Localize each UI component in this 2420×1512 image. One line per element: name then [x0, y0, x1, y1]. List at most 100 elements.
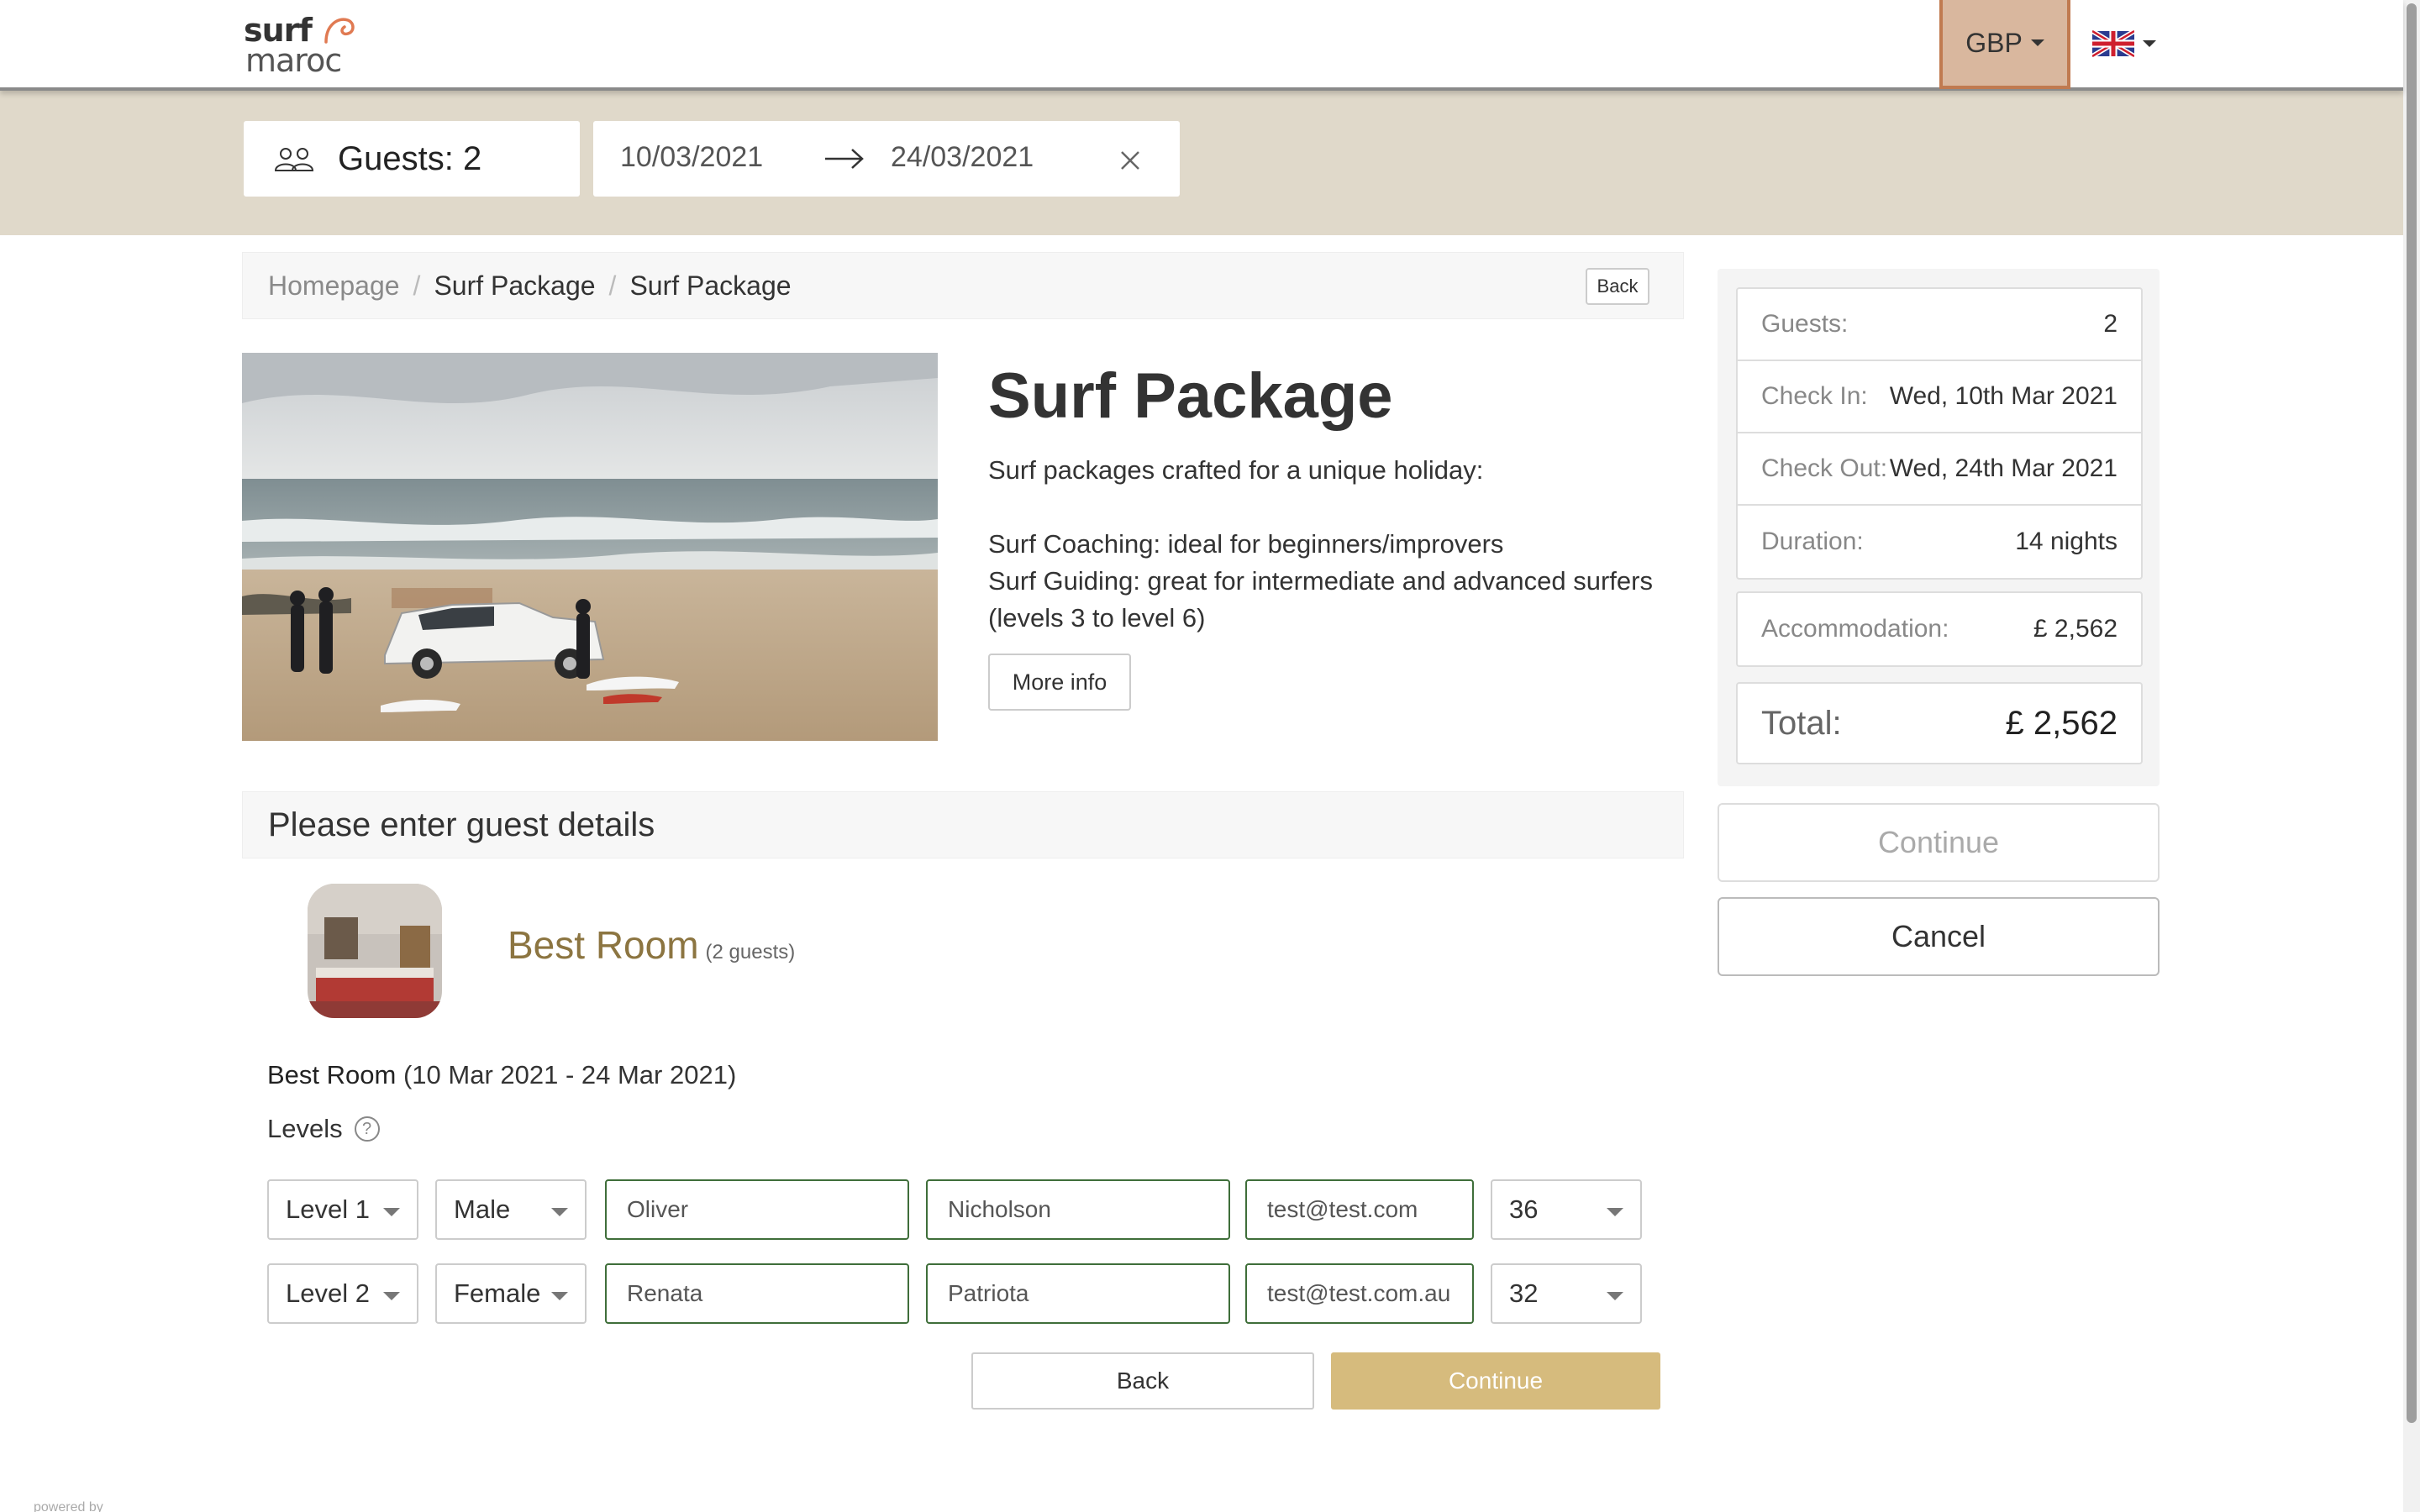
currency-label: GBP: [1965, 27, 2023, 58]
summary-row-check-out: Check Out: Wed, 24th Mar 2021: [1738, 433, 2141, 506]
help-icon[interactable]: ?: [354, 1116, 380, 1142]
summary-label: Check In:: [1761, 382, 1868, 410]
breadcrumb-item[interactable]: Surf Package: [434, 270, 595, 302]
accommodation-label: Accommodation:: [1761, 615, 1949, 643]
level-value: Level 2: [286, 1278, 370, 1308]
total-value: £ 2,562: [2005, 704, 2118, 742]
breadcrumb-separator: /: [608, 270, 617, 301]
breadcrumb-separator: /: [413, 270, 421, 301]
scrollbar-thumb[interactable]: [2407, 3, 2417, 1423]
room-title: Best Room (2 guests): [508, 922, 795, 968]
chevron-down-icon: [1607, 1208, 1623, 1216]
beach-photo: [242, 353, 938, 741]
guests-count: Guests: 2: [338, 139, 482, 177]
check-in-date[interactable]: 10/03/2021: [620, 141, 763, 174]
last-name-input[interactable]: Patriota: [926, 1263, 1230, 1324]
guest-details-heading: Please enter guest details: [242, 791, 1684, 858]
level-select[interactable]: Level 1: [267, 1179, 418, 1240]
booking-summary: Guests: 2 Check In: Wed, 10th Mar 2021 C…: [1718, 269, 2160, 786]
sidebar-continue-button[interactable]: Continue: [1718, 803, 2160, 882]
arrow-right-icon: [825, 149, 864, 169]
date-range-picker[interactable]: 10/03/2021 24/03/2021: [593, 121, 1180, 197]
chevron-down-icon: [2030, 39, 2044, 46]
package-intro: Surf packages crafted for a unique holid…: [988, 455, 1484, 485]
logo-text-bottom: maroc: [245, 42, 342, 79]
summary-value: 14 nights: [2015, 528, 2118, 555]
uk-flag-icon: [2092, 30, 2134, 57]
summary-row-accommodation: Accommodation: £ 2,562: [1738, 593, 2141, 665]
chevron-down-icon: [1607, 1292, 1623, 1300]
currency-dropdown[interactable]: GBP: [1939, 0, 2070, 89]
gender-select[interactable]: Male: [435, 1179, 587, 1240]
page-scrollbar[interactable]: [2403, 0, 2420, 1512]
summary-value: 2: [2103, 310, 2118, 338]
breadcrumb-current: Surf Package: [629, 270, 792, 301]
guest-row: Level 2 Female Renata Patriota test@test…: [267, 1263, 1642, 1324]
room-photo: [308, 884, 442, 1018]
guest-row: Level 1 Male Oliver Nicholson test@test.…: [267, 1179, 1642, 1240]
gender-select[interactable]: Female: [435, 1263, 587, 1324]
first-name-input[interactable]: Oliver: [605, 1179, 909, 1240]
more-info-button[interactable]: More info: [988, 654, 1131, 711]
summary-details: Guests: 2 Check In: Wed, 10th Mar 2021 C…: [1736, 287, 2143, 580]
room-dates: Best Room (10 Mar 2021 - 24 Mar 2021): [267, 1060, 736, 1090]
room-name[interactable]: Best Room: [508, 922, 699, 968]
chevron-down-icon: [383, 1208, 400, 1216]
age-value: 32: [1509, 1278, 1539, 1308]
gender-value: Male: [454, 1194, 511, 1224]
chevron-down-icon: [2143, 40, 2156, 47]
last-name-input[interactable]: Nicholson: [926, 1179, 1230, 1240]
back-button[interactable]: Back: [971, 1352, 1314, 1410]
email-input[interactable]: test@test.com.au: [1245, 1263, 1474, 1324]
package-description: Surf packages crafted for a unique holid…: [988, 452, 1686, 637]
guests-icon: [274, 148, 314, 171]
summary-total: Total: £ 2,562: [1736, 682, 2143, 764]
first-name-input[interactable]: Renata: [605, 1263, 909, 1324]
levels-text: Levels: [267, 1114, 343, 1143]
breadcrumb-back-button[interactable]: Back: [1586, 268, 1649, 305]
chevron-down-icon: [551, 1208, 568, 1216]
level-select[interactable]: Level 2: [267, 1263, 418, 1324]
check-out-date[interactable]: 24/03/2021: [891, 141, 1034, 174]
age-select[interactable]: 36: [1491, 1179, 1642, 1240]
summary-row-guests: Guests: 2: [1738, 289, 2141, 361]
summary-row-check-in: Check In: Wed, 10th Mar 2021: [1738, 361, 2141, 433]
summary-value: Wed, 10th Mar 2021: [1889, 382, 2118, 410]
summary-label: Duration:: [1761, 528, 1864, 555]
summary-row-duration: Duration: 14 nights: [1738, 506, 2141, 578]
package-image: [242, 353, 938, 741]
email-input[interactable]: test@test.com: [1245, 1179, 1474, 1240]
continue-button[interactable]: Continue: [1331, 1352, 1660, 1410]
package-line-coaching: Surf Coaching: ideal for beginners/impro…: [988, 529, 1504, 559]
summary-row-total: Total: £ 2,562: [1738, 684, 2141, 763]
search-bar: Guests: 2 10/03/2021 24/03/2021: [0, 91, 2403, 235]
room-dates-name: Best Room: [267, 1060, 397, 1089]
level-value: Level 1: [286, 1194, 370, 1224]
summary-label: Check Out:: [1761, 454, 1888, 482]
levels-label: Levels ?: [267, 1114, 380, 1144]
total-label: Total:: [1761, 704, 1842, 742]
surf-maroc-logo[interactable]: surf maroc: [244, 12, 361, 79]
age-select[interactable]: 32: [1491, 1263, 1642, 1324]
accommodation-value: £ 2,562: [2033, 615, 2118, 643]
guests-selector[interactable]: Guests: 2: [244, 121, 580, 197]
top-header: surf maroc GBP: [0, 0, 2403, 91]
package-title: Surf Package: [988, 360, 1393, 432]
summary-value: Wed, 24th Mar 2021: [1889, 454, 2118, 482]
summary-label: Guests:: [1761, 310, 1849, 338]
sidebar-cancel-button[interactable]: Cancel: [1718, 897, 2160, 976]
powered-by-text: powered by: [34, 1500, 103, 1512]
room-thumbnail: [308, 884, 442, 1018]
language-dropdown[interactable]: [2092, 27, 2163, 60]
gender-value: Female: [454, 1278, 541, 1308]
close-icon[interactable]: [1119, 150, 1141, 171]
breadcrumb: Homepage / Surf Package / Surf Package B…: [242, 252, 1684, 319]
summary-accommodation: Accommodation: £ 2,562: [1736, 591, 2143, 667]
breadcrumb-home[interactable]: Homepage: [268, 270, 400, 302]
age-value: 36: [1509, 1194, 1539, 1224]
package-line-guiding: Surf Guiding: great for intermediate and…: [988, 566, 1653, 633]
chevron-down-icon: [551, 1292, 568, 1300]
room-guest-count: (2 guests): [705, 941, 796, 963]
room-dates-range: (10 Mar 2021 - 24 Mar 2021): [396, 1060, 737, 1089]
chevron-down-icon: [383, 1292, 400, 1300]
